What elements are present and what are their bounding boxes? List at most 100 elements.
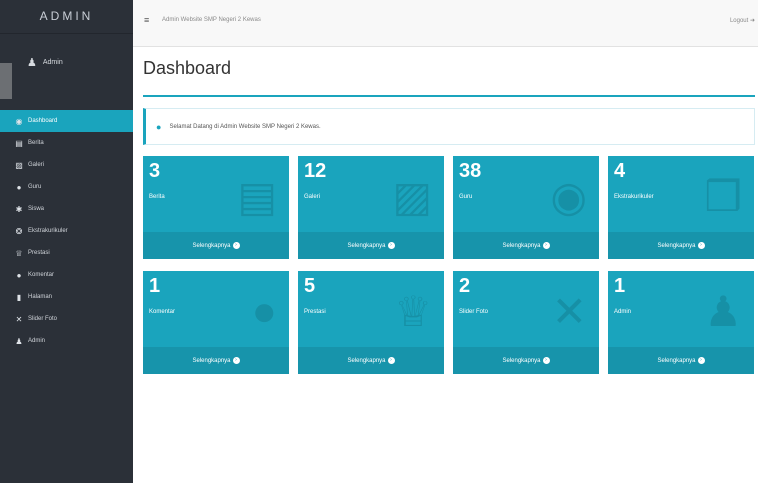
more-info-link[interactable]: Selengkapnya › <box>608 347 754 374</box>
more-info-label: Selengkapnya <box>657 242 696 249</box>
user-circle-icon: ● <box>16 182 22 192</box>
user-icon: ♟ <box>27 56 37 69</box>
comment-icon: ● <box>251 287 277 334</box>
trophy-icon: ♕ <box>15 248 23 258</box>
stat-card-guru: 38 Guru ◉ Selengkapnya › <box>453 156 599 259</box>
more-info-link[interactable]: Selengkapnya › <box>143 347 289 374</box>
arrow-circle-right-icon: › <box>697 357 705 364</box>
topbar: ≡ Admin Website SMP Negeri 2 Kewas Logou… <box>133 0 758 47</box>
image-icon: ▨ <box>392 173 432 220</box>
stat-label: Slider Foto <box>459 309 489 315</box>
more-info-label: Selengkapnya <box>192 357 231 364</box>
more-info-link[interactable]: Selengkapnya › <box>143 232 289 259</box>
logout-icon: ➜ <box>749 18 755 24</box>
arrow-circle-right-icon: › <box>697 242 705 249</box>
sidebar-item-siswa[interactable]: ✱ Siswa <box>0 198 133 220</box>
sidebar-nav: ◉ Dashboard ▤ Berita ▨ Galeri ● Guru ✱ Siswa ❂ Ekst… <box>0 110 133 352</box>
logout-link[interactable]: Logout ➜ <box>730 17 755 24</box>
stat-label: Admin <box>614 309 632 315</box>
stat-card-slider-foto: 2 Slider Foto ✕ Selengkapnya › <box>453 271 599 374</box>
logout-label: Logout <box>729 18 749 24</box>
more-info-link[interactable]: Selengkapnya › <box>298 232 444 259</box>
stat-card-ekstrakurikuler: 4 Ekstrakurikuler ❒ Selengkapnya › <box>608 156 754 259</box>
stat-label: Prestasi <box>304 309 326 315</box>
stat-card-komentar: 1 Komentar ● Selengkapnya › <box>143 271 289 374</box>
user-panel: ♟ Admin <box>0 42 133 82</box>
menu-toggle-icon[interactable]: ≡ <box>144 15 149 25</box>
sidebar-item-label: Dashboard <box>28 118 58 124</box>
sidebar: ADMIN ♟ Admin ◉ Dashboard ▤ Berita ▨ Galeri ● G… <box>0 0 133 483</box>
user-circle-icon: ◉ <box>550 173 587 220</box>
newspaper-icon: ▤ <box>15 138 23 148</box>
shuffle-icon: ✕ <box>15 314 23 324</box>
sidebar-item-label: Slider Foto <box>28 316 58 322</box>
stat-value: 5 <box>304 275 316 297</box>
page-title: Dashboard <box>143 58 232 78</box>
stat-label: Galeri <box>304 194 321 200</box>
welcome-alert: ● Selamat Datang di Admin Website SMP Ne… <box>143 108 755 145</box>
sidebar-item-guru[interactable]: ● Guru <box>0 176 133 198</box>
sidebar-item-label: Admin <box>28 338 46 344</box>
stat-label: Komentar <box>149 309 176 315</box>
stat-label: Guru <box>459 194 473 200</box>
sidebar-item-admin[interactable]: ♟ Admin <box>0 330 133 352</box>
dashboard-icon: ◉ <box>15 116 23 126</box>
sidebar-item-label: Guru <box>28 184 42 190</box>
sidebar-item-label: Ekstrakurikuler <box>28 228 68 234</box>
stat-value: 1 <box>614 275 626 297</box>
site-title[interactable]: Admin Website SMP Negeri 2 Kewas <box>162 17 261 23</box>
stat-value: 12 <box>304 160 327 182</box>
more-info-label: Selengkapnya <box>657 357 696 364</box>
sidebar-item-label: Galeri <box>28 162 45 168</box>
arrow-circle-right-icon: › <box>387 357 395 364</box>
user-secret-icon: ♟ <box>15 336 23 346</box>
sidebar-item-berita[interactable]: ▤ Berita <box>0 132 133 154</box>
stat-label: Berita <box>149 194 165 200</box>
sidebar-item-ekstrakurikuler[interactable]: ❂ Ekstrakurikuler <box>0 220 133 242</box>
shuffle-icon: ✕ <box>551 288 587 335</box>
sidebar-item-label: Komentar <box>28 272 55 278</box>
sidebar-item-label: Siswa <box>28 206 45 212</box>
sidebar-item-komentar[interactable]: ● Komentar <box>0 264 133 286</box>
more-info-link[interactable]: Selengkapnya › <box>608 232 754 259</box>
sidebar-item-label: Berita <box>28 140 44 146</box>
more-info-label: Selengkapnya <box>192 242 231 249</box>
sidebar-item-prestasi[interactable]: ♕ Prestasi <box>0 242 133 264</box>
stat-value: 4 <box>614 160 626 182</box>
sidebar-item-halaman[interactable]: ▮ Halaman <box>0 286 133 308</box>
alert-text: Selamat Datang di Admin Website SMP Nege… <box>169 123 321 130</box>
more-info-link[interactable]: Selengkapnya › <box>298 347 444 374</box>
sidebar-item-dashboard[interactable]: ◉ Dashboard <box>0 110 133 132</box>
stat-card-galeri: 12 Galeri ▨ Selengkapnya › <box>298 156 444 259</box>
file-icon: ▮ <box>16 292 22 302</box>
sidebar-item-galeri[interactable]: ▨ Galeri <box>0 154 133 176</box>
trophy-icon: ♕ <box>394 288 432 335</box>
stat-value: 38 <box>459 160 482 182</box>
stat-value: 1 <box>149 275 161 297</box>
stat-card-prestasi: 5 Prestasi ♕ Selengkapnya › <box>298 271 444 374</box>
arrow-circle-right-icon: › <box>232 242 240 249</box>
more-info-link[interactable]: Selengkapnya › <box>453 347 599 374</box>
stat-value: 2 <box>459 275 471 297</box>
more-info-label: Selengkapnya <box>347 357 386 364</box>
sidebar-item-label: Prestasi <box>28 250 50 256</box>
arrow-circle-right-icon: › <box>232 357 240 364</box>
sidebar-item-label: Halaman <box>28 294 53 300</box>
arrow-circle-right-icon: › <box>387 242 395 249</box>
users-icon: ✱ <box>15 204 23 214</box>
brand-logo[interactable]: ADMIN <box>0 0 133 34</box>
image-icon: ▨ <box>15 160 23 170</box>
more-info-label: Selengkapnya <box>347 242 386 249</box>
stat-card-admin: 1 Admin ♟ Selengkapnya › <box>608 271 754 374</box>
sidebar-item-slider-foto[interactable]: ✕ Slider Foto <box>0 308 133 330</box>
cube-icon: ❒ <box>704 173 742 220</box>
newspaper-icon: ▤ <box>237 173 277 220</box>
user-name: Admin <box>42 58 63 66</box>
arrow-circle-right-icon: › <box>542 242 550 249</box>
stat-value: 3 <box>149 160 161 182</box>
cube-icon: ❂ <box>15 226 23 236</box>
more-info-label: Selengkapnya <box>502 357 541 364</box>
more-info-link[interactable]: Selengkapnya › <box>453 232 599 259</box>
arrow-circle-right-icon: › <box>542 357 550 364</box>
comment-icon: ● <box>16 270 22 280</box>
